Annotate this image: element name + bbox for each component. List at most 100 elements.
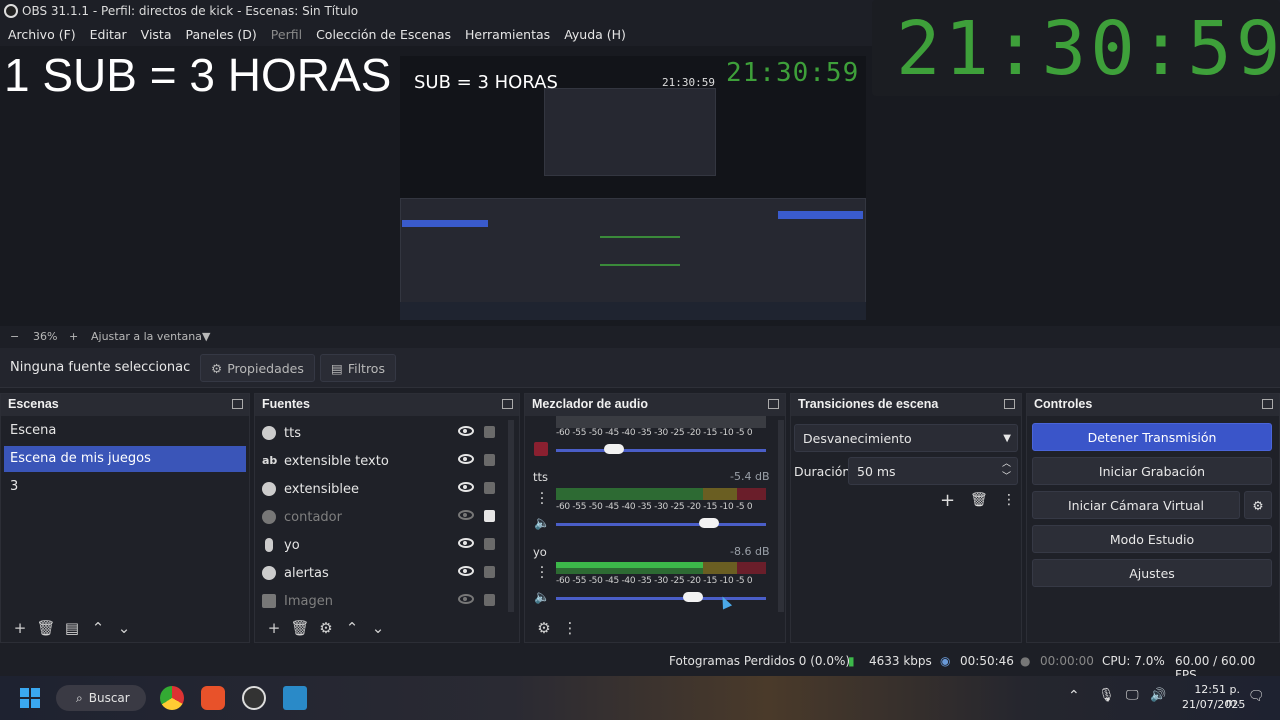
source-item[interactable]: yo bbox=[262, 532, 508, 558]
source-item[interactable]: Imagen bbox=[262, 588, 508, 614]
eye-icon[interactable] bbox=[458, 538, 474, 548]
brave-icon[interactable] bbox=[201, 686, 225, 710]
chevron-up-icon[interactable]: ⌃ bbox=[85, 619, 111, 637]
stop-streaming-button[interactable]: Detener Transmisión bbox=[1032, 423, 1272, 451]
source-item[interactable]: alertas bbox=[262, 560, 508, 586]
volume-slider[interactable] bbox=[603, 444, 624, 454]
more-options-icon[interactable]: ⋮ bbox=[557, 619, 583, 637]
sources-scrollbar[interactable] bbox=[508, 420, 514, 612]
eye-icon[interactable] bbox=[458, 426, 474, 436]
network-icon[interactable]: 🖵 bbox=[1126, 688, 1139, 703]
chevron-up-icon[interactable]: ⌃ bbox=[339, 619, 365, 637]
volume-slider-track[interactable] bbox=[556, 523, 766, 526]
menu-herramientas[interactable]: Herramientas bbox=[465, 27, 550, 42]
properties-bar bbox=[0, 348, 1280, 388]
studio-mode-button[interactable]: Modo Estudio bbox=[1032, 525, 1272, 553]
volume-icon[interactable]: 🔊 bbox=[1150, 688, 1166, 703]
lock-icon[interactable] bbox=[484, 594, 495, 606]
lock-icon[interactable] bbox=[484, 482, 495, 494]
menu-ayuda[interactable]: Ayuda (H) bbox=[564, 27, 626, 42]
obs-taskbar-icon[interactable] bbox=[242, 686, 266, 710]
add-icon[interactable]: + bbox=[261, 619, 287, 637]
app-f-icon[interactable] bbox=[283, 686, 307, 710]
lock-icon[interactable] bbox=[484, 510, 495, 522]
taskbar-date[interactable]: 21/07/2025 bbox=[1182, 698, 1245, 711]
filter-icon[interactable]: ▤ bbox=[59, 619, 85, 637]
menu-editar[interactable]: Editar bbox=[90, 27, 127, 42]
undock-icon[interactable] bbox=[768, 399, 779, 409]
volume-slider[interactable] bbox=[698, 518, 719, 528]
menu-perfil[interactable]: Perfil bbox=[271, 27, 302, 42]
undock-icon[interactable] bbox=[1262, 399, 1273, 409]
settings-button[interactable]: Ajustes bbox=[1032, 559, 1272, 587]
menu-vista[interactable]: Vista bbox=[141, 27, 172, 42]
eye-icon[interactable] bbox=[458, 566, 474, 576]
start-virtual-camera-button[interactable]: Iniciar Cámara Virtual bbox=[1032, 491, 1240, 519]
stepper-icon[interactable]: ︿ ﹀ bbox=[1002, 458, 1011, 484]
zoom-in-button[interactable]: + bbox=[69, 330, 78, 343]
chevron-down-icon[interactable]: ▼ bbox=[202, 330, 210, 343]
fit-window-button[interactable]: Ajustar a la ventana bbox=[91, 330, 202, 343]
lock-icon[interactable] bbox=[484, 426, 495, 438]
undock-icon[interactable] bbox=[502, 399, 513, 409]
source-item[interactable]: ab extensible texto bbox=[262, 448, 508, 474]
source-item[interactable]: tts bbox=[262, 420, 508, 446]
scenes-toolbar: + 🗑 ▤ ⌃ ⌄ bbox=[1, 614, 249, 642]
chevron-down-icon[interactable]: ⌄ bbox=[365, 619, 391, 637]
eye-icon[interactable] bbox=[458, 482, 474, 492]
volume-slider[interactable] bbox=[683, 592, 704, 602]
nested-clock: 21:30:59 bbox=[726, 58, 860, 88]
advanced-audio-gear-icon[interactable]: ⚙ bbox=[531, 619, 557, 637]
windows-taskbar bbox=[0, 676, 1280, 720]
lock-icon[interactable] bbox=[484, 454, 495, 466]
more-options-icon[interactable]: · · · bbox=[538, 561, 546, 585]
transition-select[interactable]: Desvanecimiento ▼ bbox=[794, 424, 1018, 452]
speaker-icon[interactable]: 🔈 bbox=[534, 590, 550, 605]
microphone-icon[interactable]: 🎙 bbox=[1098, 688, 1115, 703]
trash-icon[interactable]: 🗑 bbox=[33, 619, 59, 637]
menu-archivo[interactable]: Archivo (F) bbox=[8, 27, 76, 42]
undock-icon[interactable] bbox=[232, 399, 243, 409]
volume-slider-track[interactable] bbox=[556, 597, 766, 600]
add-transition-icon[interactable]: + bbox=[940, 490, 955, 511]
taskbar-search[interactable]: ⌕ Buscar bbox=[56, 685, 146, 711]
volume-slider-track[interactable] bbox=[556, 449, 766, 452]
chevron-down-icon[interactable]: ⌄ bbox=[111, 619, 137, 637]
source-item[interactable]: extensiblee bbox=[262, 476, 508, 502]
add-icon[interactable]: + bbox=[7, 619, 33, 637]
search-label: Buscar bbox=[88, 691, 130, 705]
start-recording-button[interactable]: Iniciar Grabación bbox=[1032, 457, 1272, 485]
mixer-header: Mezclador de audio bbox=[525, 394, 785, 416]
mixer-scrollbar[interactable] bbox=[778, 420, 784, 612]
muted-speaker-icon[interactable] bbox=[534, 442, 548, 456]
notification-icon[interactable]: 🗨 bbox=[1248, 689, 1265, 704]
dropped-frames: Fotogramas Perdidos 0 (0.0%) bbox=[669, 654, 851, 668]
lock-icon[interactable] bbox=[484, 566, 495, 578]
menu-coleccion-escenas[interactable]: Colección de Escenas bbox=[316, 27, 451, 42]
menu-paneles[interactable]: Paneles (D) bbox=[186, 27, 257, 42]
scene-item[interactable]: Escena bbox=[4, 418, 246, 444]
chevron-up-icon[interactable]: ⌃ bbox=[1068, 688, 1080, 704]
trash-icon[interactable]: 🗑 bbox=[287, 619, 313, 637]
lock-icon[interactable] bbox=[484, 538, 495, 550]
zoom-out-button[interactable]: − bbox=[10, 330, 19, 343]
speaker-icon[interactable]: 🔈 bbox=[534, 516, 550, 531]
source-item[interactable]: contador bbox=[262, 504, 508, 530]
windows-start-icon[interactable] bbox=[20, 688, 40, 708]
gear-icon[interactable]: ⚙ bbox=[313, 619, 339, 637]
meter-ticks: -60 -55 -50 -45 -40 -35 -30 -25 -20 -15 … bbox=[556, 428, 753, 438]
more-options-icon[interactable]: · · · bbox=[538, 487, 546, 511]
filters-button[interactable]: ▤ Filtros bbox=[320, 354, 396, 382]
more-options-icon[interactable]: ⋮ bbox=[1002, 492, 1016, 508]
virtual-camera-gear-icon[interactable]: ⚙ bbox=[1244, 491, 1272, 519]
eye-slash-icon[interactable] bbox=[458, 594, 474, 604]
properties-button[interactable]: ⚙ Propiedades bbox=[200, 354, 315, 382]
trash-icon[interactable]: 🗑 bbox=[970, 492, 988, 508]
eye-icon[interactable] bbox=[458, 454, 474, 464]
duration-input[interactable]: 50 ms ︿ ﹀ bbox=[848, 457, 1018, 485]
scene-item[interactable]: 3 bbox=[4, 474, 246, 500]
scene-item-selected[interactable]: Escena de mis juegos bbox=[4, 446, 246, 472]
undock-icon[interactable] bbox=[1004, 399, 1015, 409]
chrome-icon[interactable] bbox=[160, 686, 184, 710]
eye-slash-icon[interactable] bbox=[458, 510, 474, 520]
